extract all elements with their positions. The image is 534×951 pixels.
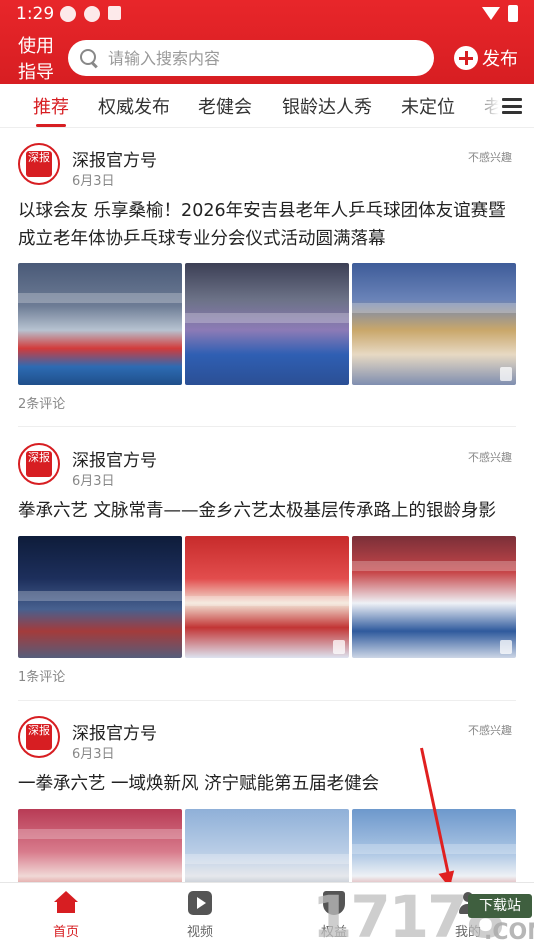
news-image[interactable] [18, 536, 182, 658]
news-image[interactable] [185, 263, 349, 385]
app-header: 1:29 使用指导 发布 [0, 0, 534, 84]
notification-icon [60, 6, 76, 22]
comment-count: 2条评论 [18, 397, 66, 412]
tabbar-label: 视频 [186, 925, 213, 940]
news-image[interactable] [352, 536, 516, 658]
notification-icons [60, 6, 121, 22]
notification-icon [108, 6, 121, 20]
status-bar: 1:29 [0, 0, 534, 28]
tabbar-label: 首页 [52, 925, 79, 940]
source-name[interactable]: 深报官方号 [72, 446, 157, 471]
news-image[interactable] [18, 263, 182, 385]
notification-icon [84, 6, 100, 22]
home-icon [54, 891, 78, 913]
image-row [18, 536, 516, 658]
avatar[interactable]: 深报 [18, 716, 60, 758]
news-image[interactable] [352, 263, 516, 385]
not-interested-button[interactable]: 不感兴趣 [468, 149, 512, 165]
comment-count: 1条评论 [18, 670, 66, 685]
source-name[interactable]: 深报官方号 [72, 719, 157, 744]
tab-official[interactable]: 权威发布 [98, 93, 170, 119]
menu-icon[interactable] [502, 98, 522, 114]
search-bar[interactable] [68, 40, 434, 76]
news-title[interactable]: 拳承六艺 文脉常青——金乡六艺太极基层传承路上的银龄身影 [18, 497, 518, 525]
news-title[interactable]: 以球会友 乐享桑榆！2026年安吉县老年人乒乓球团体友谊赛暨成立老年体协乒乓球专… [18, 197, 518, 253]
not-interested-button[interactable]: 不感兴趣 [468, 722, 512, 738]
avatar[interactable]: 深报 [18, 143, 60, 185]
watermark-domain: .COM [484, 920, 534, 945]
post-date: 6月3日 [72, 747, 115, 762]
not-interested-button[interactable]: 不感兴趣 [468, 449, 512, 465]
news-title[interactable]: 一拳承六艺 一域焕新风 济宁赋能第五届老健会 [18, 770, 518, 798]
watermark-badge: 下载站 [468, 894, 532, 918]
avatar-logo: 深报 [26, 724, 52, 750]
tabbar-home[interactable]: 首页 [36, 891, 96, 940]
divider [18, 426, 516, 427]
wifi-icon [482, 7, 500, 20]
tab-silver-talent[interactable]: 银龄达人秀 [282, 93, 372, 119]
category-tabs: 推荐 权威发布 老健会 银龄达人秀 未定位 老 [0, 84, 534, 128]
avatar[interactable]: 深报 [18, 443, 60, 485]
active-tab-indicator [36, 124, 66, 127]
image-row [18, 263, 516, 385]
news-image[interactable] [185, 536, 349, 658]
tab-elder-games[interactable]: 老健会 [198, 93, 252, 119]
tab-unlocated[interactable]: 未定位 [401, 93, 455, 119]
post-date: 6月3日 [72, 474, 115, 489]
avatar-logo: 深报 [26, 151, 52, 177]
plus-icon [454, 46, 478, 70]
avatar-logo: 深报 [26, 451, 52, 477]
post-date: 6月3日 [72, 174, 115, 189]
source-name[interactable]: 深报官方号 [72, 146, 157, 171]
battery-icon [508, 5, 518, 22]
publish-label: 发布 [482, 49, 518, 70]
tab-recommend[interactable]: 推荐 [33, 93, 69, 119]
divider [18, 700, 516, 701]
site-watermark: 17178 下载站 .COM [312, 884, 534, 950]
status-right [482, 5, 518, 22]
search-input[interactable] [108, 48, 408, 68]
publish-button[interactable]: 发布 [454, 45, 518, 71]
status-time: 1:29 [16, 4, 55, 24]
search-icon [80, 49, 98, 67]
video-icon [188, 891, 212, 915]
tabbar-video[interactable]: 视频 [170, 891, 230, 940]
guide-button[interactable]: 使用指导 [18, 34, 58, 86]
